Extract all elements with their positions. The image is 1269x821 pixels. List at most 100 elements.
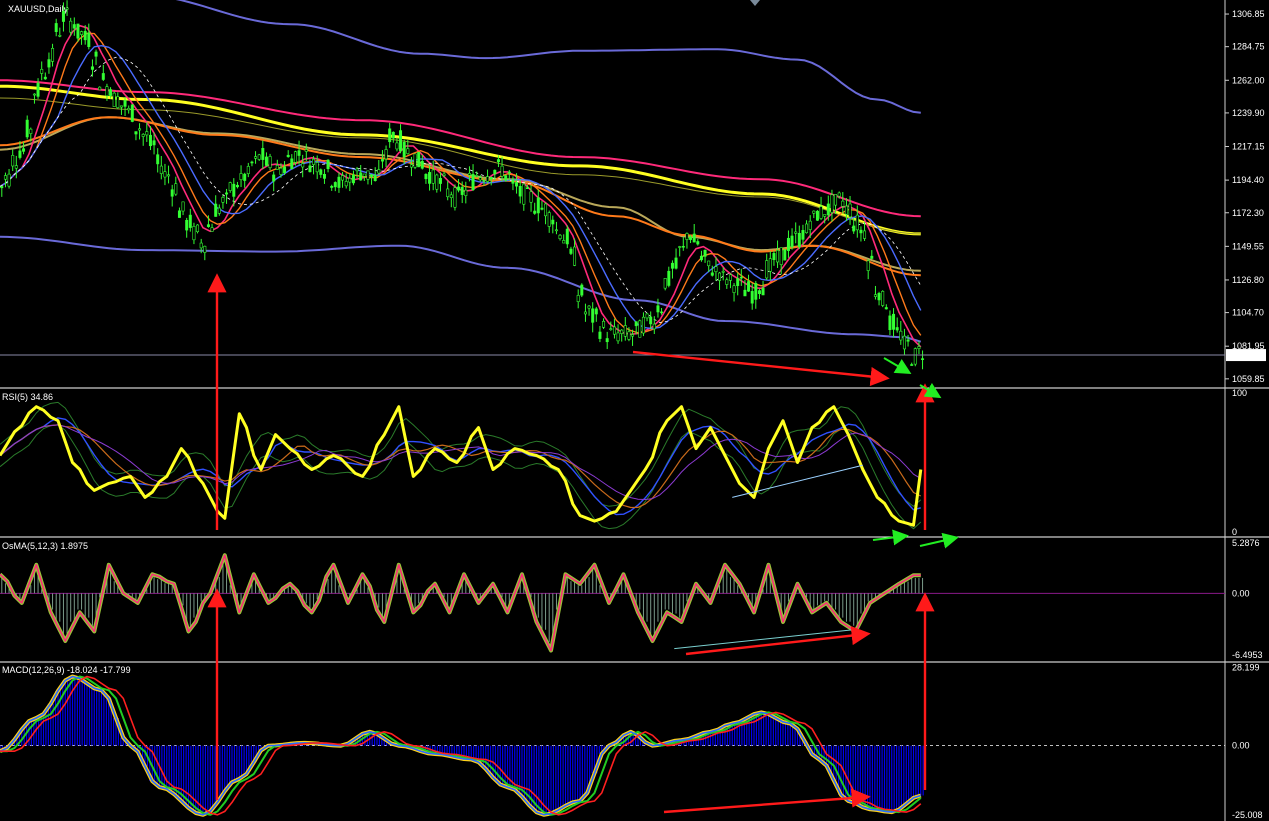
candle-body [670, 262, 674, 269]
candle-body [174, 183, 178, 195]
candle-body [757, 290, 761, 294]
candle-body [768, 258, 772, 272]
candle-body [159, 165, 163, 174]
candle-body [36, 82, 40, 97]
candle-body [293, 151, 297, 163]
candle-body [667, 270, 671, 286]
candle-body [0, 186, 4, 189]
candle-body [420, 160, 424, 169]
price-line-thin-ma [0, 97, 921, 235]
candle-body [884, 307, 888, 310]
candle-body [591, 308, 595, 323]
candle-body [761, 287, 765, 296]
candle-body [551, 219, 555, 225]
candle-body [562, 240, 566, 244]
candle-body [225, 192, 229, 195]
candle-body [199, 242, 203, 249]
candle-body [275, 165, 279, 170]
candle-body [355, 168, 359, 172]
price-tick-label: 1217.15 [1232, 142, 1265, 152]
candle-body [873, 294, 877, 297]
candle-body [388, 128, 392, 143]
candle-body [87, 32, 91, 47]
price-line-fast-orange [0, 32, 922, 336]
candle-body [790, 235, 794, 248]
candle-body [257, 154, 261, 160]
candle-body [714, 266, 718, 273]
candle-body [471, 174, 475, 191]
candle-body [29, 128, 33, 134]
candle-body [206, 224, 210, 227]
candle-body [304, 149, 308, 152]
candle-body [406, 148, 410, 154]
candle-body [525, 187, 529, 189]
osma-tick-label: 0.00 [1232, 588, 1250, 598]
candle-body [370, 174, 374, 178]
candle-body [558, 234, 562, 240]
candle-body [663, 277, 667, 289]
candle-body [892, 313, 896, 330]
candle-body [351, 174, 355, 184]
candle-body [906, 339, 910, 342]
candle-body [101, 73, 105, 80]
candle-body [395, 142, 399, 150]
candle-body [40, 68, 44, 74]
candle-body [544, 203, 548, 217]
candle-body [98, 86, 102, 91]
candle-body [453, 187, 457, 208]
rsi-trendline [732, 464, 863, 498]
candle-body [417, 152, 421, 168]
candle-body [138, 128, 142, 131]
candle-body [475, 175, 479, 177]
candle-body [844, 205, 848, 215]
candle-body [736, 278, 740, 286]
candle-body [188, 214, 192, 228]
candle-body [917, 346, 921, 349]
price-tick-label: 1126.80 [1232, 275, 1264, 285]
candle-body [232, 183, 236, 197]
candle-body [819, 206, 823, 219]
candle-body [511, 179, 515, 184]
chart-canvas: 1306.85 1284.75 1262.00 1239.90 1217.15 1194.… [0, 0, 1269, 821]
candle-body [627, 331, 631, 340]
candle-body [424, 173, 428, 180]
price-pane-title: XAUUSD,Daily [8, 4, 69, 14]
candle-body [587, 305, 591, 309]
candle-body [210, 227, 214, 232]
candle-body [261, 148, 265, 160]
candle-body [500, 165, 504, 177]
candle-body [413, 153, 417, 168]
price-line-fast-blue [0, 45, 922, 330]
candle-body [859, 229, 863, 234]
candle-body [649, 316, 653, 325]
candle-body [268, 156, 272, 168]
candle-body [507, 171, 511, 174]
candle-body [90, 66, 94, 70]
candle-body [431, 169, 435, 184]
rsi-tick-label: 0 [1232, 527, 1237, 537]
candle-body [848, 203, 852, 218]
candle-body [870, 255, 874, 259]
candle-body [112, 92, 116, 107]
candle-body [3, 175, 7, 180]
candle-body [134, 131, 138, 135]
rsi-tick-label: 100 [1232, 388, 1247, 398]
candle-body [808, 220, 812, 230]
candle-body [239, 173, 243, 181]
candle-body [866, 260, 870, 271]
candle-body [605, 338, 609, 343]
candle-body [380, 159, 384, 162]
candle-body [65, 7, 69, 10]
candle-body [330, 185, 334, 188]
candle-body [235, 184, 239, 188]
candle-body [359, 172, 363, 181]
arrow-green-price-2 [919, 382, 942, 399]
candle-body [786, 237, 790, 251]
candle-body [855, 214, 859, 231]
candle-body [634, 321, 638, 327]
candle-body [565, 228, 569, 245]
arrow-green-price-1 [883, 357, 912, 375]
candle-body [754, 283, 758, 300]
candle-body [141, 134, 145, 137]
candle-body [322, 173, 326, 179]
